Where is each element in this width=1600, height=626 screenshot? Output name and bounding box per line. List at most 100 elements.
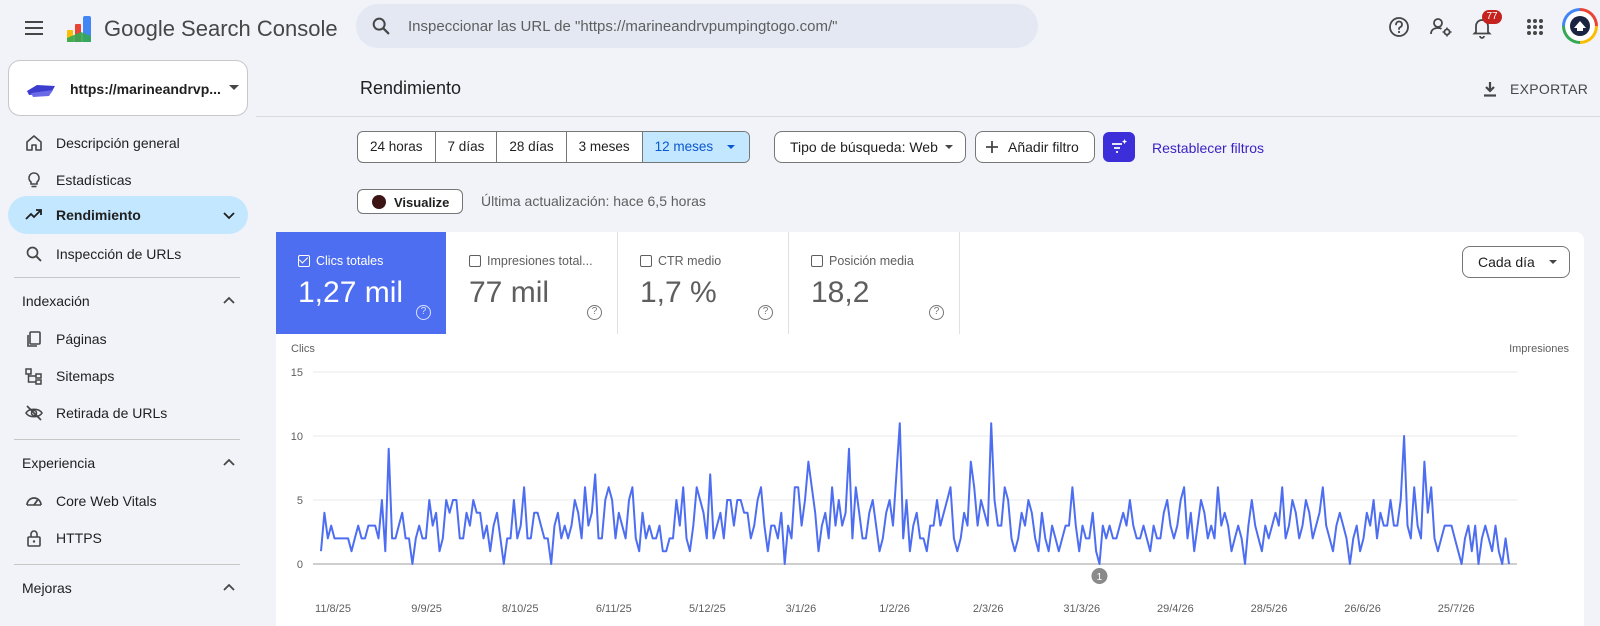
header-divider xyxy=(256,116,1600,117)
sidebar-item-core-web-vitals[interactable]: Core Web Vitals xyxy=(8,482,248,520)
metric-label: Impresiones total... xyxy=(487,254,593,268)
manage-users-icon[interactable] xyxy=(1427,13,1455,41)
add-filter-label: Añadir filtro xyxy=(1008,139,1079,155)
sidebar-item-removals[interactable]: Retirada de URLs xyxy=(8,394,248,432)
sidebar-item-label: Descripción general xyxy=(56,135,180,151)
sidebar-item-insights[interactable]: Estadísticas xyxy=(8,161,248,199)
clicks-line-chart: Clics Impresiones 0 5 10 15 1 11/8/25 9/9/25… xyxy=(291,343,1570,615)
reset-filters-link[interactable]: Restablecer filtros xyxy=(1152,140,1264,156)
lightbulb-icon xyxy=(28,172,40,188)
main-menu-icon[interactable] xyxy=(20,14,48,42)
section-experience[interactable]: Experiencia xyxy=(8,445,248,481)
y-axis-label: Clics xyxy=(291,343,315,355)
range-3-months[interactable]: 3 meses xyxy=(567,132,643,162)
x-tick-label: 1/2/26 xyxy=(879,603,910,615)
range-28-days[interactable]: 28 días xyxy=(497,132,567,162)
metric-checkbox[interactable] xyxy=(640,255,652,267)
chevron-up-icon[interactable] xyxy=(220,579,238,597)
search-icon xyxy=(372,17,390,35)
metric-average-ctr[interactable]: CTR medio 1,7 % ? xyxy=(618,232,788,334)
x-tick-label: 28/5/26 xyxy=(1251,603,1288,615)
range-24-hours[interactable]: 24 horas xyxy=(358,132,436,162)
notification-count-badge: 77 xyxy=(1482,10,1502,24)
help-icon[interactable]: ? xyxy=(587,305,602,320)
apps-grid-icon[interactable] xyxy=(1521,13,1549,41)
help-icon[interactable]: ? xyxy=(416,305,431,320)
metric-checkbox[interactable] xyxy=(469,255,481,267)
range-12-months[interactable]: 12 meses xyxy=(642,132,750,162)
sidebar-item-label: Estadísticas xyxy=(56,172,132,188)
granularity-select[interactable]: Cada día xyxy=(1462,246,1570,278)
eye-off-icon xyxy=(25,405,43,421)
metric-value: 1,27 mil xyxy=(298,276,404,309)
url-inspection-search[interactable] xyxy=(356,4,1038,48)
search-input[interactable] xyxy=(408,12,1018,40)
sidebar-item-label: Inspección de URLs xyxy=(56,246,182,262)
x-tick-label: 5/12/25 xyxy=(689,603,726,615)
sidebar-item-label: Rendimiento xyxy=(56,207,141,223)
metric-label: Clics totales xyxy=(316,254,384,268)
sidebar-divider xyxy=(14,439,240,440)
visualize-extension-icon xyxy=(372,195,386,209)
search-console-logo-icon xyxy=(67,16,91,42)
y-tick-label: 5 xyxy=(297,495,303,507)
metric-average-position[interactable]: Posición media 18,2 ? xyxy=(789,232,959,334)
sitemap-icon xyxy=(25,368,42,385)
property-selector[interactable]: https://marineandrvp... xyxy=(8,60,248,116)
sidebar-item-overview[interactable]: Descripción general xyxy=(8,124,248,162)
property-label: https://marineandrvp... xyxy=(70,81,221,97)
sidebar-item-url-inspection[interactable]: Inspección de URLs xyxy=(8,235,248,273)
range-7-days[interactable]: 7 días xyxy=(436,132,498,162)
metric-checkbox[interactable] xyxy=(298,255,310,267)
section-enhancements[interactable]: Mejoras xyxy=(8,570,248,606)
pages-icon xyxy=(27,331,41,347)
filter-sparkle-icon xyxy=(1112,139,1128,153)
property-logo-icon xyxy=(27,85,55,97)
sidebar-item-pages[interactable]: Páginas xyxy=(8,320,248,358)
search-type-filter[interactable]: Tipo de búsqueda: Web xyxy=(774,131,966,163)
sidebar-item-https[interactable]: HTTPS xyxy=(8,519,248,557)
y2-axis-label: Impresiones xyxy=(1509,343,1569,355)
account-avatar[interactable] xyxy=(1562,8,1598,44)
sidebar-item-label: Core Web Vitals xyxy=(56,493,157,509)
x-tick-label: 9/9/25 xyxy=(411,603,442,615)
metric-label: Posición media xyxy=(829,254,914,268)
avatar-image-icon xyxy=(1570,16,1590,36)
sidebar-divider xyxy=(14,277,240,278)
x-tick-label: 6/11/25 xyxy=(596,603,632,615)
app-brand: Google Search Console xyxy=(104,16,338,41)
smart-filter-button[interactable] xyxy=(1103,132,1135,162)
sidebar-item-label: Páginas xyxy=(56,331,107,347)
chevron-up-icon[interactable] xyxy=(220,292,238,310)
add-filter-button[interactable]: Añadir filtro xyxy=(975,131,1095,163)
sidebar-item-performance[interactable]: Rendimiento xyxy=(8,196,248,234)
page-title: Rendimiento xyxy=(360,78,462,98)
sidebar-item-label: Retirada de URLs xyxy=(56,405,168,421)
visualize-label: Visualize xyxy=(394,195,450,210)
x-tick-label: 25/7/26 xyxy=(1438,603,1475,615)
section-indexing[interactable]: Indexación xyxy=(8,283,248,319)
chevron-down-icon[interactable] xyxy=(220,206,238,224)
x-tick-label: 2/3/26 xyxy=(973,603,1004,615)
x-tick-label: 26/6/26 xyxy=(1344,603,1381,615)
metric-total-clicks[interactable]: Clics totales 1,27 mil ? xyxy=(276,232,446,334)
section-title: Indexación xyxy=(22,293,90,309)
clicks-series-line[interactable] xyxy=(320,422,1510,565)
metric-label: CTR medio xyxy=(658,254,722,268)
download-icon xyxy=(1484,82,1496,97)
help-icon[interactable] xyxy=(1385,13,1413,41)
help-icon[interactable]: ? xyxy=(929,305,944,320)
metric-total-impressions[interactable]: Impresiones total... 77 mil ? xyxy=(447,232,617,334)
date-range-selector: 24 horas 7 días 28 días 3 meses 12 meses xyxy=(357,131,751,163)
chevron-up-icon[interactable] xyxy=(220,454,238,472)
sidebar-item-sitemaps[interactable]: Sitemaps xyxy=(8,357,248,395)
help-icon[interactable]: ? xyxy=(758,305,773,320)
sidebar-item-label: HTTPS xyxy=(56,530,102,546)
visualize-button[interactable]: Visualize xyxy=(357,189,463,214)
lock-icon xyxy=(27,530,41,547)
sidebar: https://marineandrvp... Descripción gene… xyxy=(0,58,256,626)
metric-value: 77 mil xyxy=(469,276,550,309)
metric-checkbox[interactable] xyxy=(811,255,823,267)
performance-card: Clics totales 1,27 mil ? Impresiones tot… xyxy=(276,232,1584,626)
export-label: EXPORTAR xyxy=(1510,81,1589,97)
